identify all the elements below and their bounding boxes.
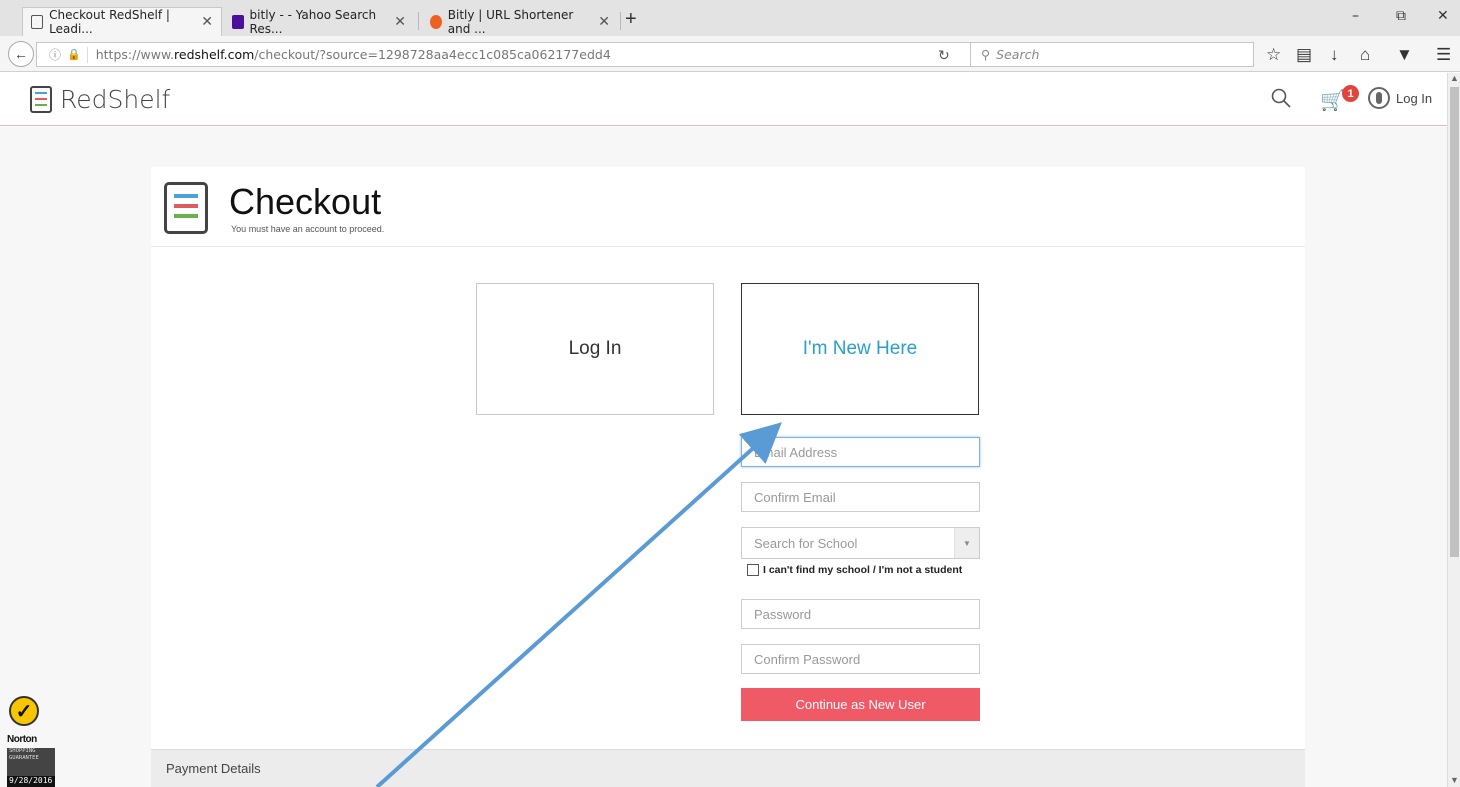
norton-guarantee-label: SHOPPING GUARANTEE: [7, 748, 55, 776]
user-account-icon[interactable]: [1368, 87, 1390, 109]
tab-bitly-yahoo[interactable]: bitly - - Yahoo Search Res... ✕: [224, 7, 414, 36]
reload-icon[interactable]: ↻: [938, 47, 950, 64]
school-search-placeholder: Search for School: [754, 535, 858, 551]
reading-list-icon[interactable]: ▤: [1296, 45, 1312, 65]
url-prefix: https://www.: [95, 47, 175, 62]
no-school-label[interactable]: I can't find my school / I'm not a stude…: [763, 564, 962, 576]
tab-divider: [418, 12, 419, 30]
close-window-button[interactable]: ✕: [1437, 8, 1449, 24]
checkout-header: Checkout You must have an account to pro…: [151, 167, 1305, 247]
close-tab-icon[interactable]: ✕: [201, 14, 213, 30]
norton-badge[interactable]: ✓ Norton SHOPPING GUARANTEE 9/28/2016: [7, 696, 57, 787]
back-button[interactable]: ←: [8, 41, 34, 67]
page-scrollbar[interactable]: ▲ ▼: [1447, 73, 1460, 787]
home-icon[interactable]: ⌂: [1360, 45, 1370, 65]
redshelf-favicon-icon: [31, 15, 44, 29]
url-path: /checkout/?source=1298728aa4ecc1c085ca06…: [254, 47, 611, 62]
norton-date-label: 9/28/2016: [7, 776, 55, 787]
tab-bitly-shortener[interactable]: Bitly | URL Shortener and ... ✕: [422, 7, 618, 36]
site-header: RedShelf 🛒 1 Log In: [0, 73, 1447, 126]
confirm-password-field[interactable]: [741, 644, 980, 674]
checkout-card: Checkout You must have an account to pro…: [151, 167, 1305, 787]
scroll-up-icon[interactable]: ▲: [1450, 73, 1459, 83]
no-school-checkbox[interactable]: [747, 564, 759, 576]
school-search-select[interactable]: Search for School ▼: [741, 527, 980, 559]
yahoo-favicon-icon: [232, 14, 244, 29]
info-icon[interactable]: ⓘ: [49, 46, 61, 63]
cart-count-badge: 1: [1342, 85, 1359, 102]
checkout-logo-icon: [164, 182, 208, 234]
close-tab-icon[interactable]: ✕: [394, 14, 406, 30]
norton-brand-label: Norton: [7, 734, 37, 745]
url-domain: redshelf.com: [174, 47, 255, 62]
norton-check-icon: ✓: [9, 696, 39, 726]
page-subtitle: You must have an account to proceed.: [231, 224, 385, 234]
header-login-link[interactable]: Log In: [1396, 91, 1432, 106]
tab-divider: [620, 12, 621, 30]
redshelf-logo-icon[interactable]: [30, 86, 52, 113]
address-bar[interactable]: ⓘ 🔒 https://www. redshelf.com /checkout/…: [36, 42, 970, 67]
pocket-icon[interactable]: ▼: [1396, 45, 1413, 65]
browser-search-placeholder: Search: [996, 47, 1040, 62]
payment-details-section[interactable]: Payment Details: [151, 749, 1305, 787]
tab-label: Checkout RedShelf | Leadi...: [49, 8, 170, 36]
new-user-option-button[interactable]: I'm New Here: [741, 283, 979, 415]
restore-button[interactable]: ⧉: [1396, 8, 1406, 24]
site-name[interactable]: RedShelf: [60, 85, 170, 114]
payment-details-label: Payment Details: [166, 761, 261, 776]
bitly-favicon-icon: [430, 14, 442, 29]
close-tab-icon[interactable]: ✕: [598, 14, 610, 30]
tab-label: bitly - - Yahoo Search Res...: [249, 7, 377, 36]
scroll-down-icon[interactable]: ▼: [1450, 775, 1459, 785]
new-tab-button[interactable]: +: [625, 8, 637, 31]
menu-icon[interactable]: ☰: [1436, 45, 1451, 65]
browser-tab-bar: Checkout RedShelf | Leadi... ✕ bitly - -…: [0, 0, 1460, 36]
search-icon: ⚲: [981, 47, 991, 62]
tab-label: Bitly | URL Shortener and ...: [447, 7, 574, 36]
continue-new-user-button[interactable]: Continue as New User: [741, 688, 980, 721]
back-arrow-icon: ←: [14, 46, 28, 62]
search-icon[interactable]: [1271, 88, 1291, 108]
confirm-email-field[interactable]: [741, 482, 980, 512]
chevron-down-icon[interactable]: ▼: [954, 528, 979, 558]
no-school-checkbox-row[interactable]: I can't find my school / I'm not a stude…: [747, 564, 962, 576]
tab-checkout-redshelf[interactable]: Checkout RedShelf | Leadi... ✕: [22, 7, 222, 36]
bookmark-star-icon[interactable]: ☆: [1266, 45, 1281, 65]
page-title: Checkout: [229, 181, 382, 222]
email-field[interactable]: [741, 437, 980, 467]
password-field[interactable]: [741, 599, 980, 629]
lock-icon[interactable]: 🔒: [67, 48, 81, 61]
login-option-button[interactable]: Log In: [476, 283, 714, 415]
scrollbar-thumb[interactable]: [1450, 87, 1459, 557]
url-divider: [86, 46, 88, 63]
browser-search-field[interactable]: ⚲ Search: [970, 42, 1254, 67]
browser-navigation-bar: ← ⓘ 🔒 https://www. redshelf.com /checkou…: [0, 36, 1460, 72]
minimize-button[interactable]: –: [1352, 8, 1359, 24]
download-icon[interactable]: ↓: [1330, 45, 1339, 65]
